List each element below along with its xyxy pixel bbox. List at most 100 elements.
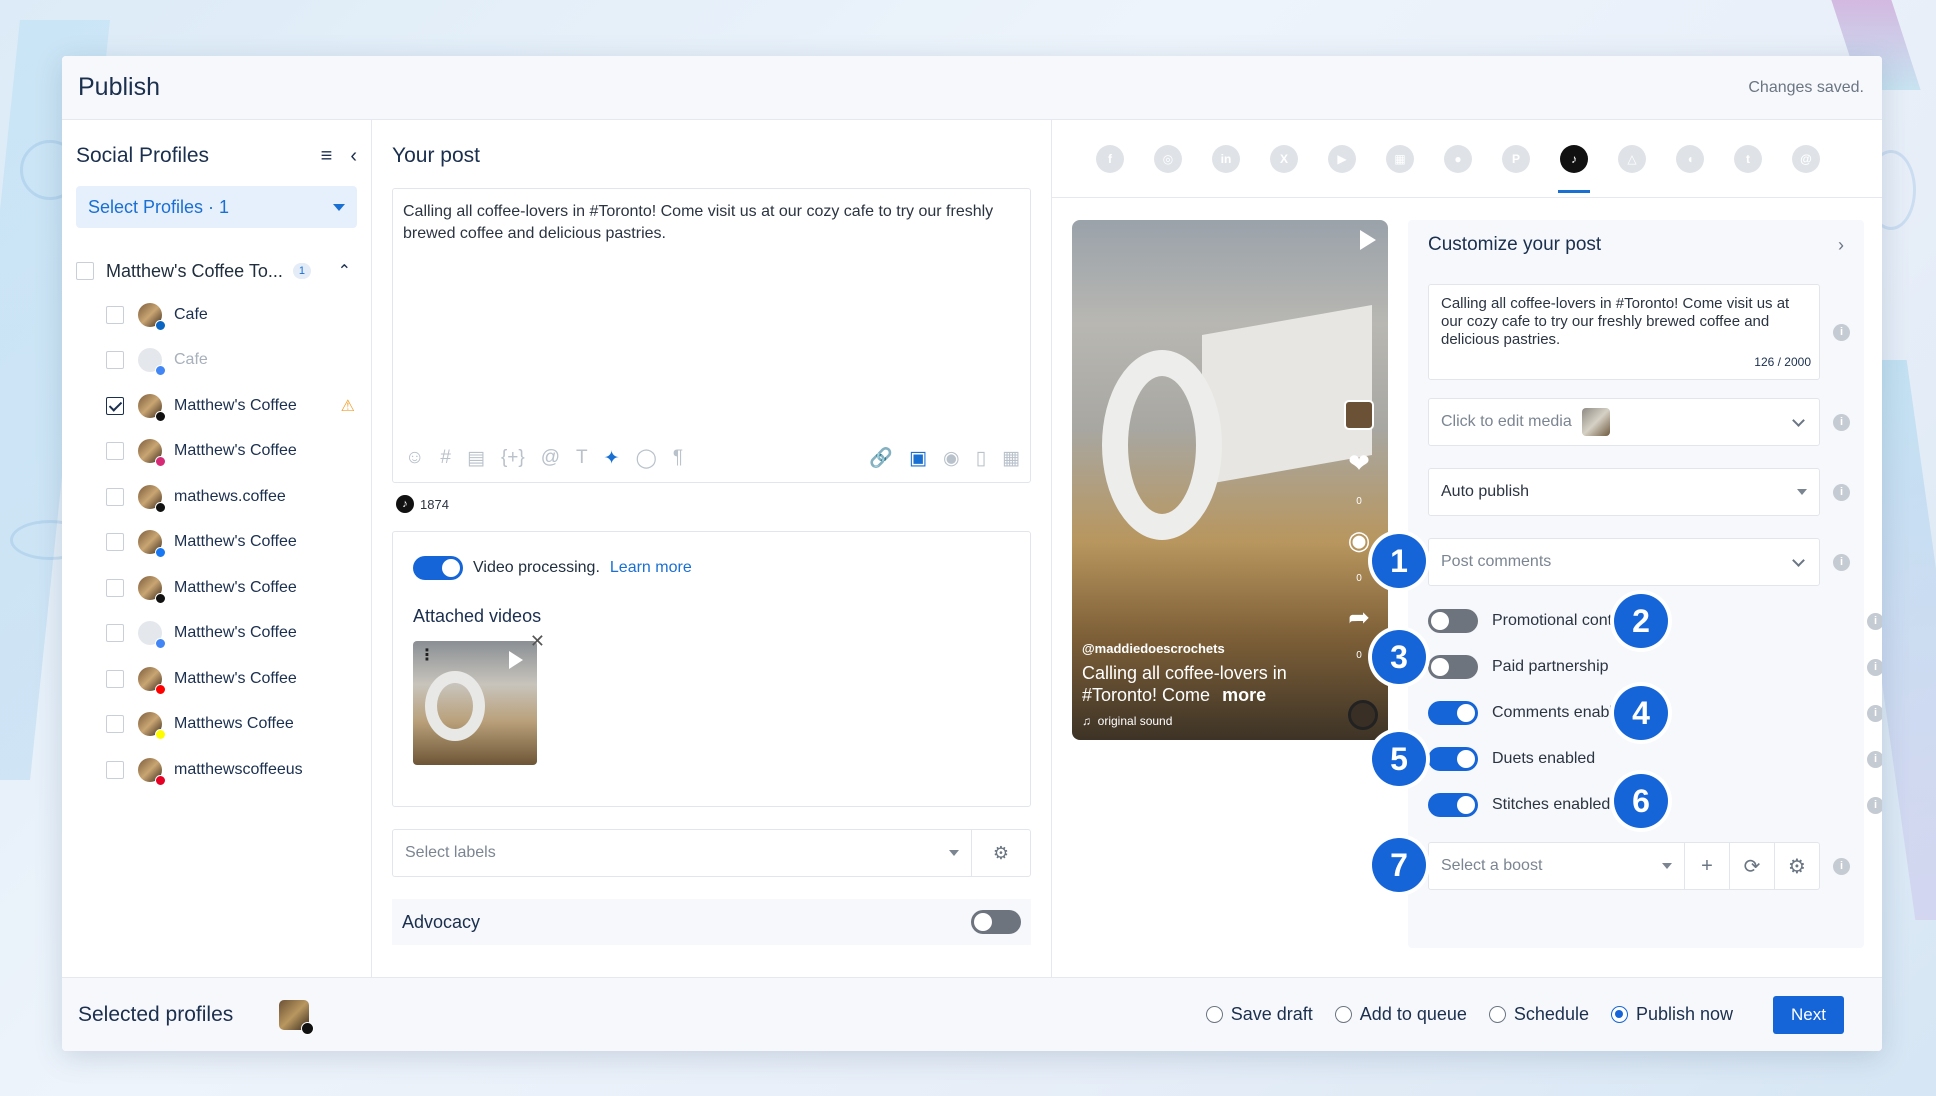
video-icon[interactable]: ▣ (909, 447, 927, 470)
post-editor[interactable]: Calling all coffee-lovers in #Toronto! C… (392, 188, 1031, 483)
setting-toggle[interactable] (1428, 747, 1478, 771)
filter-icon[interactable]: ≡ (321, 145, 333, 168)
refresh-icon[interactable]: ⟳ (1730, 842, 1775, 890)
profile-checkbox[interactable] (106, 624, 124, 643)
profile-checkbox[interactable] (106, 578, 124, 597)
image-gallery-icon[interactable]: ▦ (1002, 447, 1020, 470)
add-boost-button[interactable]: + (1685, 842, 1730, 890)
profile-item[interactable]: Matthew's Coffee (76, 656, 357, 702)
camera-icon[interactable]: ◉ (943, 447, 960, 470)
instagram-icon (155, 456, 166, 468)
profile-group-row[interactable]: Matthew's Coffee To... 1 ⌃ (76, 256, 357, 286)
close-icon[interactable]: ✕ (530, 631, 545, 652)
profile-checkbox[interactable] (106, 760, 124, 779)
tiktok-icon[interactable]: ♪ (1558, 144, 1590, 193)
boost-select[interactable]: Select a boost (1428, 842, 1685, 890)
facebook-icon[interactable]: f (1096, 144, 1124, 173)
profile-item[interactable]: mathews.coffee (76, 474, 357, 520)
chevron-right-icon[interactable]: › (1838, 235, 1844, 256)
publish-option-radio[interactable]: Add to queue (1334, 1004, 1467, 1025)
gear-icon[interactable]: ⚙ (1775, 842, 1820, 890)
document-icon[interactable]: ▯ (976, 447, 986, 470)
profile-checkbox[interactable] (106, 715, 124, 734)
profile-item[interactable]: matthewscoffeeus (76, 747, 357, 793)
template-icon[interactable]: ▤ (467, 447, 485, 470)
selected-profile-avatar[interactable] (279, 999, 315, 1035)
publish-option-radio[interactable]: Save draft (1205, 1004, 1313, 1025)
linkedin-icon[interactable]: in (1212, 144, 1240, 173)
publish-option-radio[interactable]: Publish now (1610, 1004, 1733, 1025)
setting-toggle[interactable] (1428, 793, 1478, 817)
info-icon[interactable]: i (1833, 483, 1850, 501)
profile-checkbox[interactable] (106, 351, 124, 370)
instagram-icon[interactable]: ◎ (1154, 144, 1182, 173)
select-profiles-dropdown[interactable]: Select Profiles · 1 (76, 186, 357, 228)
labels-select[interactable]: Select labels (392, 829, 971, 877)
info-icon[interactable]: i (1833, 323, 1850, 341)
custom-caption-input[interactable]: Calling all coffee-lovers in #Toronto! C… (1428, 284, 1820, 380)
setting-toggle[interactable] (1428, 655, 1478, 679)
profile-item[interactable]: Matthew's Coffee ⚠ (76, 383, 357, 429)
profile-item[interactable]: Matthew's Coffee (76, 429, 357, 475)
learn-more-link[interactable]: Learn more (610, 559, 692, 577)
info-icon[interactable]: i (1833, 857, 1850, 875)
profile-checkbox[interactable] (106, 533, 124, 552)
reddit-icon[interactable]: ● (1444, 144, 1472, 173)
collapse-left-icon[interactable]: ‹ (350, 145, 357, 168)
profile-checkbox[interactable] (106, 442, 124, 461)
tumblr-icon[interactable]: t (1734, 144, 1762, 173)
custom-caption-text[interactable]: Calling all coffee-lovers in #Toronto! C… (1441, 295, 1789, 348)
next-button[interactable]: Next (1773, 995, 1844, 1034)
info-icon[interactable]: i (1833, 553, 1850, 571)
pinterest-icon[interactable]: P (1502, 144, 1530, 173)
threads-icon[interactable]: @ (1792, 144, 1820, 173)
variable-icon[interactable]: {+} (501, 447, 525, 469)
link-icon[interactable]: 🔗 (869, 446, 893, 470)
profile-checkbox[interactable] (106, 487, 124, 506)
youtube-icon[interactable]: ▶ (1328, 144, 1356, 173)
text-format-icon[interactable]: T (576, 447, 588, 469)
profile-checkbox[interactable] (106, 305, 124, 324)
hashtag-icon[interactable]: # (440, 447, 451, 469)
more-vertical-icon[interactable]: ⋮ (419, 645, 435, 665)
profile-item[interactable]: Cafe (76, 292, 357, 338)
attached-video-thumbnail[interactable]: ⋮ ✕ (413, 631, 545, 765)
setting-toggle[interactable] (1428, 609, 1478, 633)
profile-item[interactable]: Matthew's Coffee (76, 611, 357, 657)
info-icon[interactable]: i (1867, 612, 1882, 630)
info-icon[interactable]: i (1867, 704, 1882, 722)
warning-icon[interactable]: ⚠ (341, 396, 355, 416)
info-icon[interactable]: i (1867, 750, 1882, 768)
info-icon[interactable]: i (1867, 796, 1882, 814)
publish-option-radio[interactable]: Schedule (1488, 1004, 1589, 1025)
edit-media-dropdown[interactable]: Click to edit media (1428, 398, 1820, 446)
info-icon[interactable]: i (1833, 413, 1850, 431)
info-icon[interactable]: i (1867, 658, 1882, 676)
publish-mode-select[interactable]: Auto publish (1428, 468, 1820, 516)
setting-toggle[interactable] (1428, 701, 1478, 725)
gear-icon[interactable]: ⚙ (971, 829, 1031, 877)
profile-item[interactable]: Matthews Coffee (76, 702, 357, 748)
profile-item[interactable]: Matthew's Coffee (76, 520, 357, 566)
post-comments-dropdown[interactable]: Post comments (1428, 538, 1820, 586)
profile-item[interactable]: Cafe (76, 338, 357, 384)
group-checkbox[interactable] (76, 262, 94, 280)
x-icon[interactable]: X (1270, 144, 1298, 173)
ai-magic-icon[interactable]: ✦ (604, 447, 620, 470)
post-text[interactable]: Calling all coffee-lovers in #Toronto! C… (403, 201, 1020, 245)
snapchat-icon[interactable]: △ (1618, 144, 1646, 173)
play-icon[interactable] (1360, 230, 1376, 250)
profile-checkbox[interactable] (106, 669, 124, 688)
advocacy-toggle[interactable] (971, 910, 1021, 934)
google-business-icon[interactable]: ▦ (1386, 144, 1414, 173)
mastodon-icon[interactable]: ◖ (1676, 144, 1704, 173)
chevron-up-icon[interactable]: ⌃ (338, 261, 351, 281)
mention-icon[interactable]: @ (541, 447, 560, 469)
profile-name: Matthew's Coffee (174, 624, 297, 642)
emoji-icon[interactable]: ☺ (405, 447, 424, 469)
video-processing-toggle[interactable] (413, 556, 463, 580)
profile-item[interactable]: Matthew's Coffee (76, 565, 357, 611)
shield-icon[interactable]: ◯ (636, 447, 657, 470)
paragraph-icon[interactable]: ¶ (673, 447, 683, 469)
profile-checkbox[interactable] (106, 396, 124, 415)
